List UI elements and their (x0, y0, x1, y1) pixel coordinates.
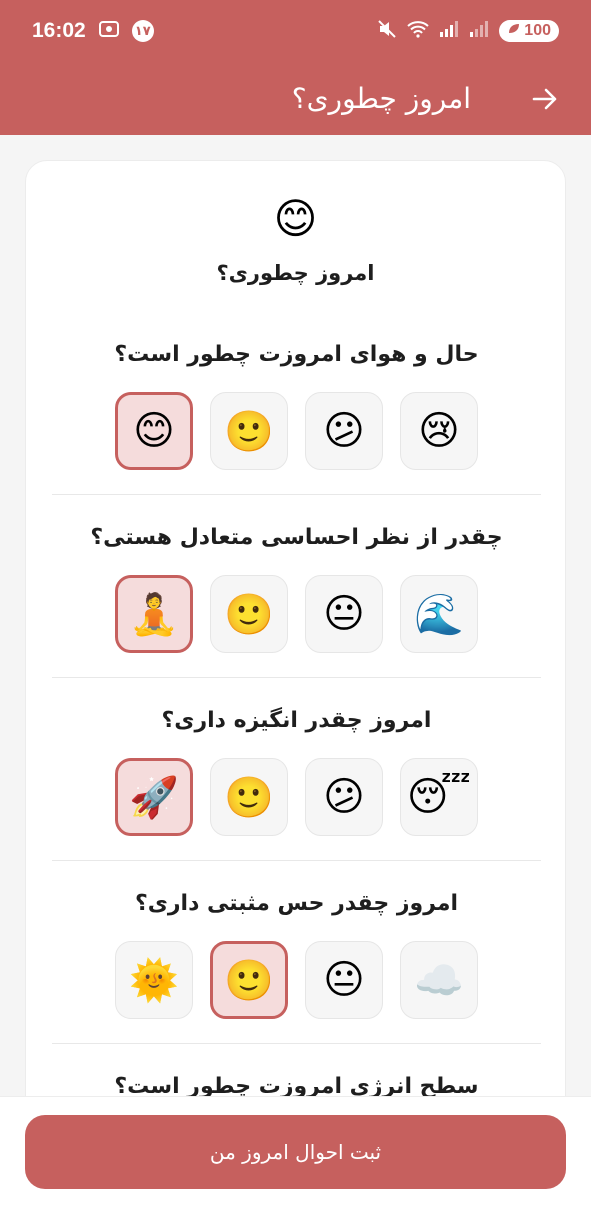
question-title: چقدر از نظر احساسی متعادل هستی؟ (90, 525, 503, 550)
options-row: 🌊 😐 🙂 🧘 (52, 575, 541, 653)
mood-card: 😊 امروز چطوری؟ حال و هوای امروزت چطور اس… (25, 160, 566, 1160)
option-confused-icon[interactable]: 😕 (305, 392, 383, 470)
options-row: 😢 😕 🙂 😊 (52, 392, 541, 470)
options-row: ☁️ 😐 🙂 🌞 (52, 941, 541, 1019)
card-header: 😊 امروز چطوری؟ (26, 161, 565, 285)
options-row: 😴 😕 🙂 🚀 (52, 758, 541, 836)
option-confused-icon[interactable]: 😕 (305, 758, 383, 836)
smile-emoji-icon: 😊 (273, 194, 318, 243)
option-rocket-icon[interactable]: 🚀 (115, 758, 193, 836)
screenshot-icon (98, 19, 120, 43)
bottom-bar: ثبت احوال امروز من (0, 1096, 591, 1206)
question-title: امروز چقدر انگیزه داری؟ (161, 708, 432, 733)
divider (52, 1043, 541, 1044)
question-positivity: امروز چقدر حس مثبتی داری؟ ☁️ 😐 🙂 🌞 (52, 887, 541, 1019)
option-meditation-icon[interactable]: 🧘 (115, 575, 193, 653)
page-title: امروز چطوری؟ (291, 82, 471, 115)
question-title: حال و هوای امروزت چطور است؟ (114, 342, 479, 367)
option-crying-icon[interactable]: 😢 (400, 392, 478, 470)
notification-count-badge: ۱۷ (131, 20, 154, 42)
option-neutral-icon[interactable]: 😐 (305, 941, 383, 1019)
question-motivation: امروز چقدر انگیزه داری؟ 😴 😕 🙂 🚀 (52, 704, 541, 836)
status-left: 16:02 ۱۷ (32, 19, 154, 43)
option-sleepy-icon[interactable]: 😴 (400, 758, 478, 836)
divider (52, 494, 541, 495)
submit-mood-button[interactable]: ثبت احوال امروز من (25, 1115, 566, 1189)
question-title: امروز چقدر حس مثبتی داری؟ (134, 891, 459, 916)
card-title: امروز چطوری؟ (216, 261, 375, 285)
battery-indicator: 100 (499, 20, 559, 42)
option-wave-icon[interactable]: 🌊 (400, 575, 478, 653)
battery-saver-icon (507, 22, 521, 40)
question-balance: چقدر از نظر احساسی متعادل هستی؟ 🌊 😐 🙂 🧘 (52, 521, 541, 653)
battery-level: 100 (524, 22, 551, 39)
arrow-right-icon (532, 88, 557, 109)
signal-icon-2 (469, 20, 489, 42)
back-button[interactable] (527, 81, 563, 117)
app-bar: امروز چطوری؟ (0, 62, 591, 135)
option-slight-smile-icon[interactable]: 🙂 (210, 392, 288, 470)
status-time: 16:02 (32, 19, 86, 42)
question-mood: حال و هوای امروزت چطور است؟ 😢 😕 🙂 😊 (52, 338, 541, 470)
divider (52, 677, 541, 678)
divider (52, 860, 541, 861)
option-neutral-icon[interactable]: 😐 (305, 575, 383, 653)
mute-icon (377, 19, 397, 43)
option-slight-smile-icon[interactable]: 🙂 (210, 575, 288, 653)
status-right: 100 (377, 19, 559, 43)
signal-icon (439, 20, 459, 42)
top-bar: 16:02 ۱۷ 100 امروز چطوری؟ (0, 0, 591, 135)
option-smile-icon[interactable]: 😊 (115, 392, 193, 470)
option-slight-smile-icon[interactable]: 🙂 (210, 758, 288, 836)
option-slight-smile-icon[interactable]: 🙂 (210, 941, 288, 1019)
option-sun-face-icon[interactable]: 🌞 (115, 941, 193, 1019)
wifi-icon (407, 20, 429, 42)
status-bar: 16:02 ۱۷ 100 (0, 0, 591, 62)
option-cloud-icon[interactable]: ☁️ (400, 941, 478, 1019)
